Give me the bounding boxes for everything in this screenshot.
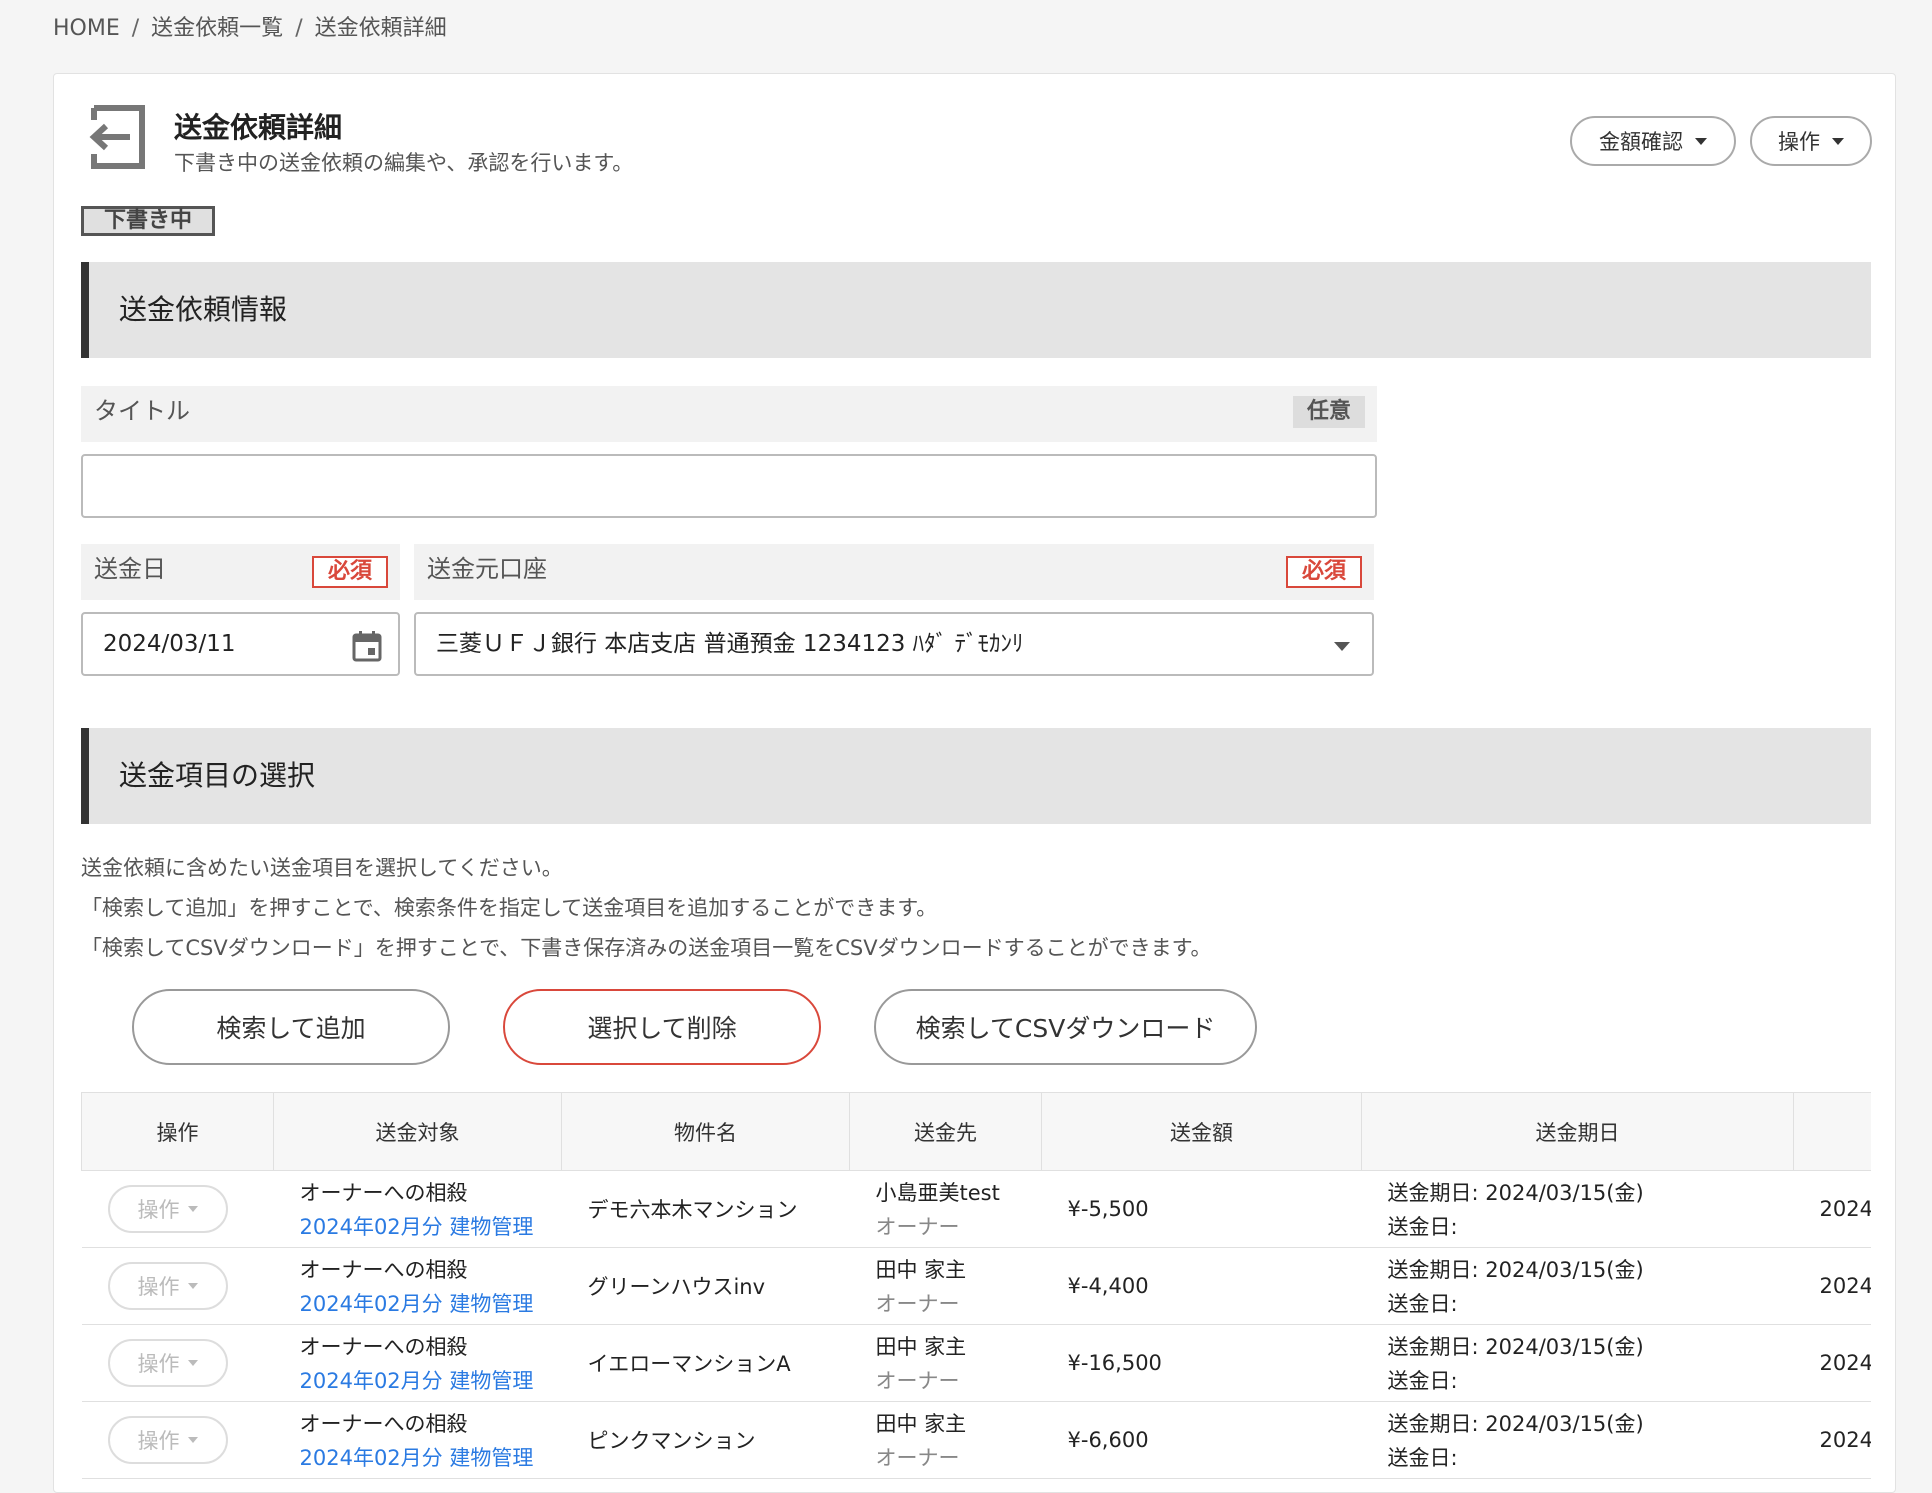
row-target-link[interactable]: 2024年02月分 建物管理: [300, 1365, 562, 1395]
row-target: オーナーへの相殺: [299, 1181, 468, 1205]
header-amount: 送金額: [1041, 1092, 1362, 1171]
header-target: 送金対象: [273, 1092, 562, 1171]
row-sent-date: 送金日:: [1387, 1215, 1458, 1239]
row-due-date: 送金期日: 2024/03/15(金): [1387, 1412, 1644, 1436]
header-property: 物件名: [561, 1092, 850, 1171]
page-title: 送金依頼詳細: [174, 111, 343, 144]
title-field-label: タイトル 任意: [81, 386, 1377, 442]
select-delete-button[interactable]: 選択して削除: [503, 989, 821, 1065]
row-amount: ¥-16,500: [1067, 1351, 1162, 1375]
row-target: オーナーへの相殺: [299, 1412, 468, 1436]
row-payee-role: オーナー: [875, 1215, 960, 1239]
search-csv-download-button[interactable]: 検索してCSVダウンロード: [874, 989, 1257, 1065]
optional-tag: 任意: [1292, 396, 1365, 428]
row-actions-button[interactable]: 操作: [107, 1262, 228, 1310]
row-target-link[interactable]: 2024年02月分 建物管理: [300, 1288, 562, 1318]
status-badge: 下書き中: [81, 206, 215, 236]
breadcrumb-list[interactable]: 送金依頼一覧: [151, 16, 283, 41]
items-description-3: 「検索してCSVダウンロード」を押すことで、下書き保存済みの送金項目一覧をCSV…: [81, 936, 1212, 960]
chevron-down-icon: [1334, 642, 1350, 651]
row-payee-role: オーナー: [875, 1292, 960, 1316]
row-amount: ¥-4,400: [1067, 1274, 1149, 1298]
row-actions-button[interactable]: 操作: [107, 1339, 228, 1387]
row-sent-date: 送金日:: [1387, 1292, 1458, 1316]
row-target: オーナーへの相殺: [299, 1335, 468, 1359]
row-property: イエローマンションA: [587, 1352, 791, 1376]
row-extra: 2024: [1819, 1197, 1872, 1221]
account-select[interactable]: 三菱ＵＦＪ銀行 本店支店 普通預金 1234123 ﾊﾀﾞ ﾃﾞﾓｶﾝﾘ: [414, 612, 1374, 676]
table-row[interactable]: 操作 オーナーへの相殺 2024年02月分 建物管理 デモ六本木マンション 小島亜…: [81, 1170, 1872, 1248]
header-payee: 送金先: [849, 1092, 1042, 1171]
date-input[interactable]: 2024/03/11: [81, 612, 400, 676]
table-row[interactable]: 操作 オーナーへの相殺 2024年02月分 建物管理 グリーンハウスinv 田中 …: [81, 1247, 1872, 1325]
row-target-link[interactable]: 2024年02月分 建物管理: [300, 1211, 562, 1241]
caret-down-icon: [187, 1437, 198, 1443]
amount-check-button[interactable]: 金額確認: [1570, 116, 1736, 166]
items-description-1: 送金依頼に含めたい送金項目を選択してください。: [81, 856, 563, 880]
actions-button[interactable]: 操作: [1750, 116, 1872, 166]
back-exit-icon[interactable]: [84, 102, 148, 172]
row-payee: 田中 家主: [875, 1258, 967, 1282]
section-items-title: 送金項目の選択: [81, 728, 1871, 824]
breadcrumb-current: 送金依頼詳細: [314, 16, 447, 41]
caret-down-icon: [1695, 137, 1707, 145]
header-due: 送金期日: [1361, 1092, 1794, 1171]
table-header-row: 操作 送金対象 物件名 送金先 送金額 送金期日: [81, 1092, 1871, 1171]
caret-down-icon: [187, 1206, 198, 1212]
account-field-label: 送金元口座 必須: [414, 544, 1374, 600]
row-payee-role: オーナー: [875, 1369, 960, 1393]
row-payee: 田中 家主: [875, 1335, 967, 1359]
row-payee: 田中 家主: [875, 1412, 967, 1436]
breadcrumb-home[interactable]: HOME: [53, 16, 120, 41]
table-row[interactable]: 操作 オーナーへの相殺 2024年02月分 建物管理 ピンクマンション 田中 家主…: [81, 1401, 1872, 1479]
date-field-label: 送金日 必須: [81, 544, 400, 600]
row-property: デモ六本木マンション: [587, 1198, 798, 1222]
row-sent-date: 送金日:: [1387, 1446, 1458, 1470]
row-payee-role: オーナー: [875, 1446, 960, 1470]
required-tag: 必須: [1285, 556, 1362, 588]
title-input[interactable]: [81, 454, 1377, 518]
row-target-link[interactable]: 2024年02月分 建物管理: [300, 1442, 562, 1472]
row-extra: 2024: [1819, 1351, 1872, 1375]
row-amount: ¥-6,600: [1067, 1428, 1149, 1452]
table-row[interactable]: 操作 オーナーへの相殺 2024年02月分 建物管理 イエローマンションA 田中 …: [81, 1324, 1872, 1402]
row-sent-date: 送金日:: [1387, 1369, 1458, 1393]
caret-down-icon: [1832, 137, 1844, 145]
row-due-date: 送金期日: 2024/03/15(金): [1387, 1181, 1644, 1205]
items-table: 操作 送金対象 物件名 送金先 送金額 送金期日 操作 オーナーへの相殺 2024…: [81, 1092, 1871, 1492]
row-amount: ¥-5,500: [1067, 1197, 1149, 1221]
detail-card: 送金依頼詳細 下書き中の送金依頼の編集や、承認を行います。 金額確認 操作 下書…: [53, 73, 1896, 1493]
row-extra: 2024: [1819, 1428, 1872, 1452]
row-actions-button[interactable]: 操作: [107, 1416, 228, 1464]
row-payee: 小島亜美test: [875, 1181, 1000, 1205]
required-tag: 必須: [311, 556, 388, 588]
page-subtitle: 下書き中の送金依頼の編集や、承認を行います。: [174, 151, 634, 175]
items-description-2: 「検索して追加」を押すことで、検索条件を指定して送金項目を追加することができます…: [81, 896, 938, 920]
search-add-button[interactable]: 検索して追加: [132, 989, 450, 1065]
row-due-date: 送金期日: 2024/03/15(金): [1387, 1258, 1644, 1282]
calendar-icon[interactable]: [352, 630, 382, 662]
header-ops: 操作: [81, 1092, 274, 1171]
caret-down-icon: [187, 1283, 198, 1289]
breadcrumb: HOME / 送金依頼一覧 / 送金依頼詳細: [53, 16, 447, 41]
row-due-date: 送金期日: 2024/03/15(金): [1387, 1335, 1644, 1359]
row-extra: 2024: [1819, 1274, 1872, 1298]
caret-down-icon: [187, 1360, 198, 1366]
row-property: ピンクマンション: [587, 1429, 756, 1453]
row-actions-button[interactable]: 操作: [107, 1185, 228, 1233]
row-property: グリーンハウスinv: [587, 1275, 766, 1299]
section-request-info-title: 送金依頼情報: [81, 262, 1871, 358]
header-extra: [1793, 1092, 1871, 1171]
row-target: オーナーへの相殺: [299, 1258, 468, 1282]
